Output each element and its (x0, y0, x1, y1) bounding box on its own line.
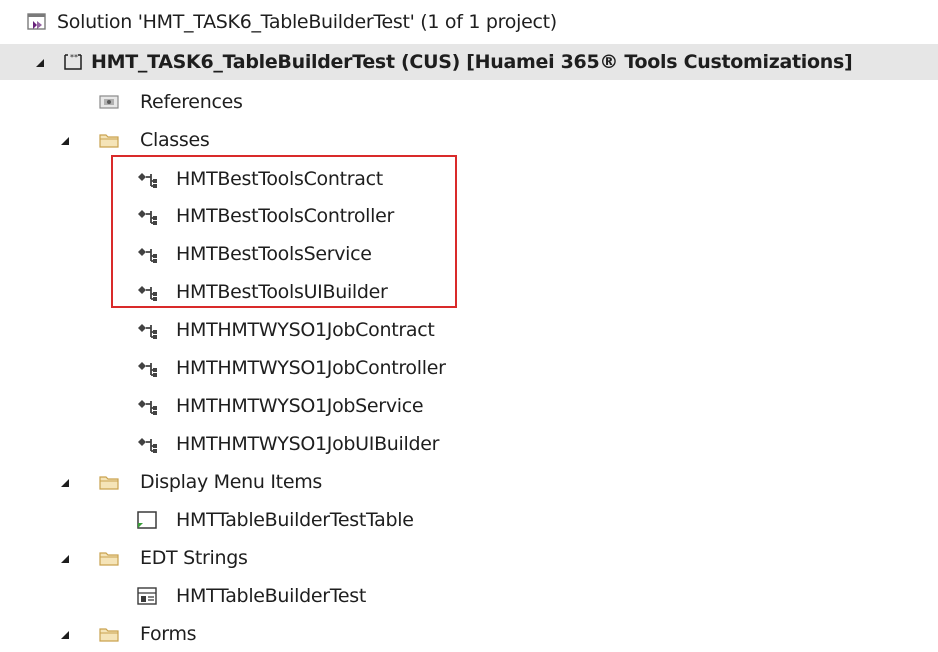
solution-explorer-tree: Solution 'HMT_TASK6_TableBuilderTest' (1… (0, 0, 938, 650)
edt-string-label: HMTTableBuilderTest (176, 585, 366, 607)
class-label: HMTHMTWYSO1JobController (176, 357, 446, 379)
tree-row-class[interactable]: HMTHMTWYSO1JobUIBuilder (0, 426, 938, 462)
expanded-arrow-icon[interactable] (60, 554, 70, 564)
tree-row-edt-strings-folder[interactable]: EDT Strings (0, 540, 938, 576)
solution-label: Solution 'HMT_TASK6_TableBuilderTest' (1… (57, 11, 557, 33)
tree-row-class[interactable]: HMTHMTWYSO1JobContract (0, 312, 938, 348)
classes-folder-label: Classes (140, 129, 210, 151)
project-icon: * * (64, 53, 82, 70)
class-icon (138, 438, 157, 453)
folder-icon (99, 476, 119, 490)
expanded-arrow-icon[interactable] (35, 58, 45, 68)
tree-row-class[interactable]: HMTHMTWYSO1JobController (0, 350, 938, 386)
display-menu-item-icon (137, 511, 157, 529)
tree-row-classes-folder[interactable]: Classes (0, 122, 938, 158)
class-label: HMTHMTWYSO1JobContract (176, 319, 435, 341)
solution-icon (27, 13, 46, 30)
tree-row-solution[interactable]: Solution 'HMT_TASK6_TableBuilderTest' (1… (0, 4, 938, 40)
class-label: HMTHMTWYSO1JobService (176, 395, 424, 417)
class-icon (138, 400, 157, 415)
project-label: HMT_TASK6_TableBuilderTest (CUS) [Huamei… (91, 51, 853, 73)
references-icon (99, 95, 119, 109)
display-menu-items-label: Display Menu Items (140, 471, 323, 493)
display-menu-item-label: HMTTableBuilderTestTable (176, 509, 414, 531)
references-label: References (140, 91, 243, 113)
tree-row-edt-string[interactable]: HMTTableBuilderTest (0, 578, 938, 614)
folder-icon (99, 628, 119, 642)
class-icon (138, 362, 157, 377)
tree-row-references[interactable]: References (0, 84, 938, 120)
class-label: HMTHMTWYSO1JobUIBuilder (176, 433, 440, 455)
folder-icon (99, 134, 119, 148)
tree-row-forms-folder[interactable]: Forms (0, 616, 938, 652)
svg-text:*: * (74, 53, 78, 62)
class-icon (138, 324, 157, 339)
forms-folder-label: Forms (140, 623, 197, 645)
tree-row-project[interactable]: * * HMT_TASK6_TableBuilderTest (CUS) [Hu… (0, 44, 938, 80)
expanded-arrow-icon[interactable] (60, 478, 70, 488)
tree-row-display-menu-items-folder[interactable]: Display Menu Items (0, 464, 938, 500)
expanded-arrow-icon[interactable] (60, 136, 70, 146)
edt-string-icon (137, 587, 157, 605)
tree-row-display-menu-item[interactable]: HMTTableBuilderTestTable (0, 502, 938, 538)
tree-row-class[interactable]: HMTHMTWYSO1JobService (0, 388, 938, 424)
edt-strings-label: EDT Strings (140, 547, 248, 569)
expanded-arrow-icon[interactable] (60, 630, 70, 640)
folder-icon (99, 552, 119, 566)
highlight-annotation-box (111, 155, 457, 308)
